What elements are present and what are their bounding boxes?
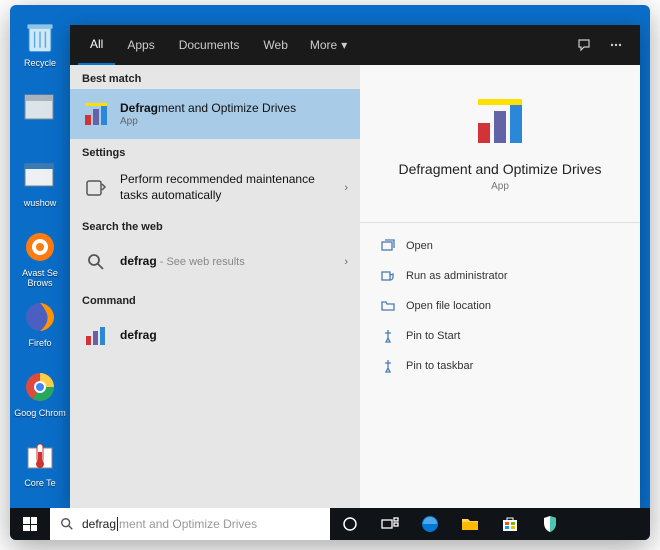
edge-icon[interactable] — [410, 508, 450, 540]
desktop-icon-avast[interactable]: Avast Se Brows — [10, 227, 70, 297]
action-label: Open file location — [406, 300, 491, 312]
windows-logo-icon — [23, 517, 37, 531]
defrag-command-icon — [82, 322, 110, 350]
category-settings: Settings — [70, 139, 360, 163]
desktop-icon-coretemp[interactable]: Core Te — [10, 437, 70, 507]
search-results-list: Best match Defragment and Optimize Drive… — [70, 65, 360, 510]
avast-icon — [20, 227, 60, 267]
desktop-background: Recycle wushow Avast Se Brows Firefo Goo… — [10, 5, 650, 540]
desktop-icon-label: Avast Se Brows — [10, 269, 70, 289]
desktop-icon-label: Goog Chrom — [14, 409, 66, 419]
start-button[interactable] — [10, 508, 50, 540]
search-input[interactable]: defragment and Optimize Drives — [82, 517, 320, 532]
maintenance-icon — [82, 174, 110, 202]
category-search-web: Search the web — [70, 213, 360, 237]
action-pin-start[interactable]: Pin to Start — [360, 321, 640, 351]
desktop-icon-generic[interactable]: wushow — [10, 157, 70, 227]
result-subtitle: App — [120, 116, 348, 127]
taskbar-search-box[interactable]: defragment and Optimize Drives — [50, 508, 330, 540]
taskbar: defragment and Optimize Drives — [10, 508, 650, 540]
detail-subtitle: App — [491, 181, 509, 192]
pin-taskbar-icon — [380, 358, 396, 374]
search-panel: All Apps Documents Web More ▾ Best match … — [70, 25, 640, 510]
cortana-icon[interactable] — [330, 508, 370, 540]
desktop-icon-firefox[interactable]: Firefo — [10, 297, 70, 367]
desktop-icon-label: Core Te — [24, 479, 55, 489]
action-label: Pin to Start — [406, 330, 460, 342]
pin-icon — [380, 328, 396, 344]
tab-documents[interactable]: Documents — [167, 25, 252, 65]
chevron-right-icon: › — [344, 182, 348, 194]
folder-icon — [380, 298, 396, 314]
feedback-icon[interactable] — [568, 25, 600, 65]
detail-app-icon — [472, 93, 528, 149]
action-pin-taskbar[interactable]: Pin to taskbar — [360, 351, 640, 381]
recycle-bin-icon — [20, 17, 60, 57]
defrag-app-icon — [82, 100, 110, 128]
window-icon — [20, 157, 60, 197]
search-filter-tabs: All Apps Documents Web More ▾ — [70, 25, 640, 65]
admin-shield-icon — [380, 268, 396, 284]
action-open[interactable]: Open — [360, 231, 640, 261]
search-detail-pane: Defragment and Optimize Drives App Open … — [360, 65, 640, 510]
search-icon — [60, 517, 74, 531]
desktop-icon-chrome[interactable]: Goog Chrom — [10, 367, 70, 437]
tab-more[interactable]: More ▾ — [300, 25, 357, 65]
taskbar-icons — [330, 508, 570, 540]
action-label: Pin to taskbar — [406, 360, 473, 372]
action-label: Run as administrator — [406, 270, 508, 282]
chrome-icon — [20, 367, 60, 407]
desktop-icon-label: Firefo — [28, 339, 51, 349]
result-web-search[interactable]: defrag - See web results › — [70, 237, 360, 287]
chevron-down-icon: ▾ — [341, 38, 347, 52]
result-maintenance-setting[interactable]: Perform recommended maintenance tasks au… — [70, 163, 360, 213]
category-command: Command — [70, 287, 360, 311]
open-icon — [380, 238, 396, 254]
firefox-icon — [20, 297, 60, 337]
result-title: defrag — [120, 328, 348, 344]
result-command-defrag[interactable]: defrag — [70, 311, 360, 361]
result-title: Defragment and Optimize Drives — [120, 101, 348, 117]
tab-apps[interactable]: Apps — [115, 25, 166, 65]
desktop-icon-recycle-bin[interactable]: Recycle — [10, 17, 70, 87]
detail-title: Defragment and Optimize Drives — [398, 161, 601, 177]
chevron-right-icon: › — [344, 256, 348, 268]
security-icon[interactable] — [530, 508, 570, 540]
store-icon[interactable] — [490, 508, 530, 540]
file-explorer-icon[interactable] — [450, 508, 490, 540]
search-icon — [82, 248, 110, 276]
tab-all[interactable]: All — [78, 25, 115, 65]
detail-actions-list: Open Run as administrator Open file loca… — [360, 222, 640, 389]
action-open-location[interactable]: Open file location — [360, 291, 640, 321]
result-title: Perform recommended maintenance tasks au… — [120, 172, 334, 203]
task-view-icon[interactable] — [370, 508, 410, 540]
result-defragment-app[interactable]: Defragment and Optimize Drives App — [70, 89, 360, 139]
tab-more-label: More — [310, 38, 337, 52]
action-run-as-admin[interactable]: Run as administrator — [360, 261, 640, 291]
category-best-match: Best match — [70, 65, 360, 89]
action-label: Open — [406, 240, 433, 252]
result-title: defrag - See web results — [120, 254, 334, 270]
tab-web[interactable]: Web — [251, 25, 299, 65]
thermometer-icon — [20, 437, 60, 477]
box-icon — [20, 87, 60, 127]
more-options-icon[interactable] — [600, 25, 632, 65]
desktop-icon-generic[interactable] — [10, 87, 70, 157]
desktop-icon-label: Recycle — [24, 59, 56, 69]
desktop-icon-label: wushow — [24, 199, 57, 209]
